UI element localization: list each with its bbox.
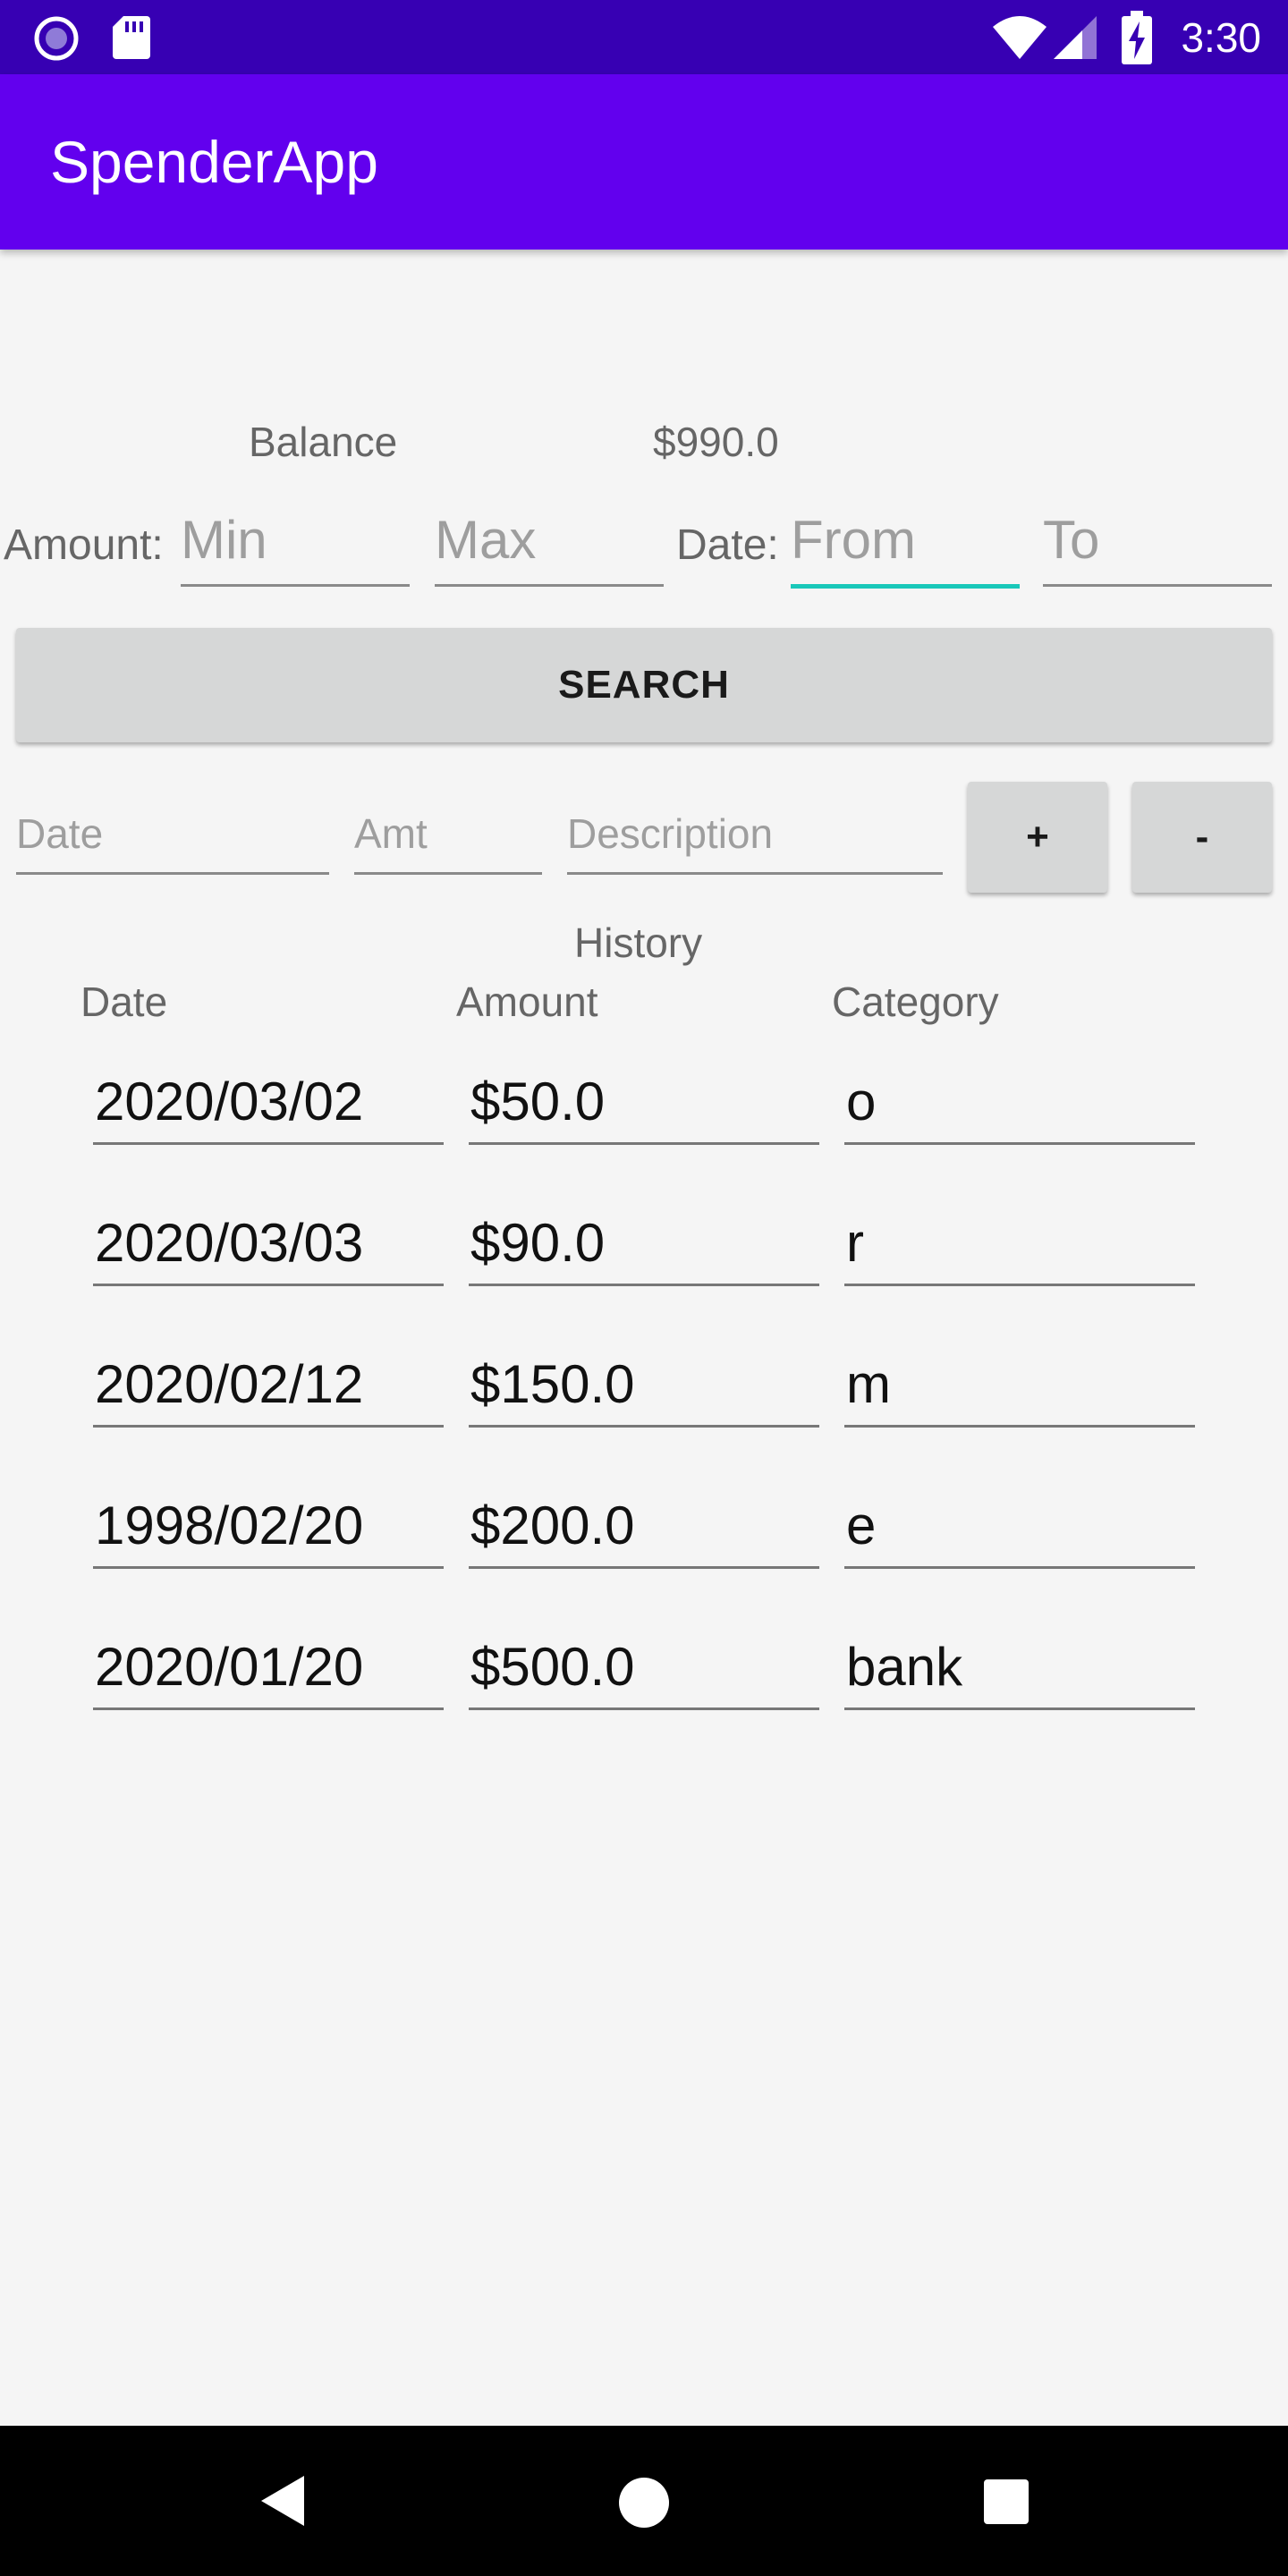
entry-date-field[interactable]: [16, 800, 329, 875]
entry-amount-field[interactable]: [354, 800, 542, 875]
navigation-bar: [0, 2426, 1288, 2576]
date-from-input[interactable]: [791, 501, 1020, 584]
history-title: History: [574, 919, 703, 966]
row-amount-cell[interactable]: $90.0: [469, 1208, 819, 1286]
balance-label: Balance: [249, 419, 398, 465]
min-amount-input[interactable]: [181, 501, 410, 584]
row-amount-cell[interactable]: $150.0: [469, 1349, 819, 1428]
status-bar: 3:30: [0, 0, 1288, 74]
app-bar: SpenderApp: [0, 74, 1288, 250]
column-header-amount: Amount: [456, 979, 598, 1025]
search-button[interactable]: SEARCH: [16, 628, 1272, 742]
row-date-cell[interactable]: 2020/03/03: [93, 1208, 444, 1286]
row-date-cell[interactable]: 2020/01/20: [93, 1631, 444, 1710]
home-icon[interactable]: [617, 2476, 671, 2529]
app-title: SpenderApp: [50, 129, 378, 195]
signal-icon: [1054, 16, 1097, 59]
amount-label: Amount:: [4, 521, 164, 569]
back-icon[interactable]: [256, 2472, 309, 2529]
row-category-cell[interactable]: o: [844, 1066, 1195, 1145]
entry-date-input[interactable]: [16, 800, 329, 872]
date-to-field[interactable]: [1043, 501, 1272, 587]
max-amount-input[interactable]: [435, 501, 664, 584]
entry-amount-input[interactable]: [354, 800, 542, 872]
max-amount-field[interactable]: [435, 501, 664, 587]
subtract-button[interactable]: -: [1132, 782, 1272, 893]
status-time: 3:30: [1181, 14, 1261, 61]
date-to-input[interactable]: [1043, 501, 1272, 584]
record-icon: [34, 16, 79, 61]
row-category-cell[interactable]: r: [844, 1208, 1195, 1286]
row-amount-cell[interactable]: $50.0: [469, 1066, 819, 1145]
row-date-cell[interactable]: 1998/02/20: [93, 1490, 444, 1569]
row-amount-cell[interactable]: $500.0: [469, 1631, 819, 1710]
entry-description-input[interactable]: [567, 800, 943, 872]
add-button[interactable]: +: [968, 782, 1107, 893]
battery-charging-icon: [1122, 11, 1152, 64]
entry-description-field[interactable]: [567, 800, 943, 875]
min-amount-field[interactable]: [181, 501, 410, 587]
row-category-cell[interactable]: m: [844, 1349, 1195, 1428]
row-category-cell[interactable]: bank: [844, 1631, 1195, 1710]
row-date-cell[interactable]: 2020/03/02: [93, 1066, 444, 1145]
sd-card-icon: [113, 16, 150, 59]
date-label: Date:: [676, 521, 779, 569]
date-from-field[interactable]: [791, 501, 1020, 589]
row-amount-cell[interactable]: $200.0: [469, 1490, 819, 1569]
balance-value: $990.0: [653, 419, 779, 465]
wifi-icon: [993, 16, 1046, 59]
recents-icon[interactable]: [982, 2478, 1030, 2526]
column-header-date: Date: [80, 979, 168, 1025]
row-category-cell[interactable]: e: [844, 1490, 1195, 1569]
column-header-category: Category: [832, 979, 999, 1025]
row-date-cell[interactable]: 2020/02/12: [93, 1349, 444, 1428]
